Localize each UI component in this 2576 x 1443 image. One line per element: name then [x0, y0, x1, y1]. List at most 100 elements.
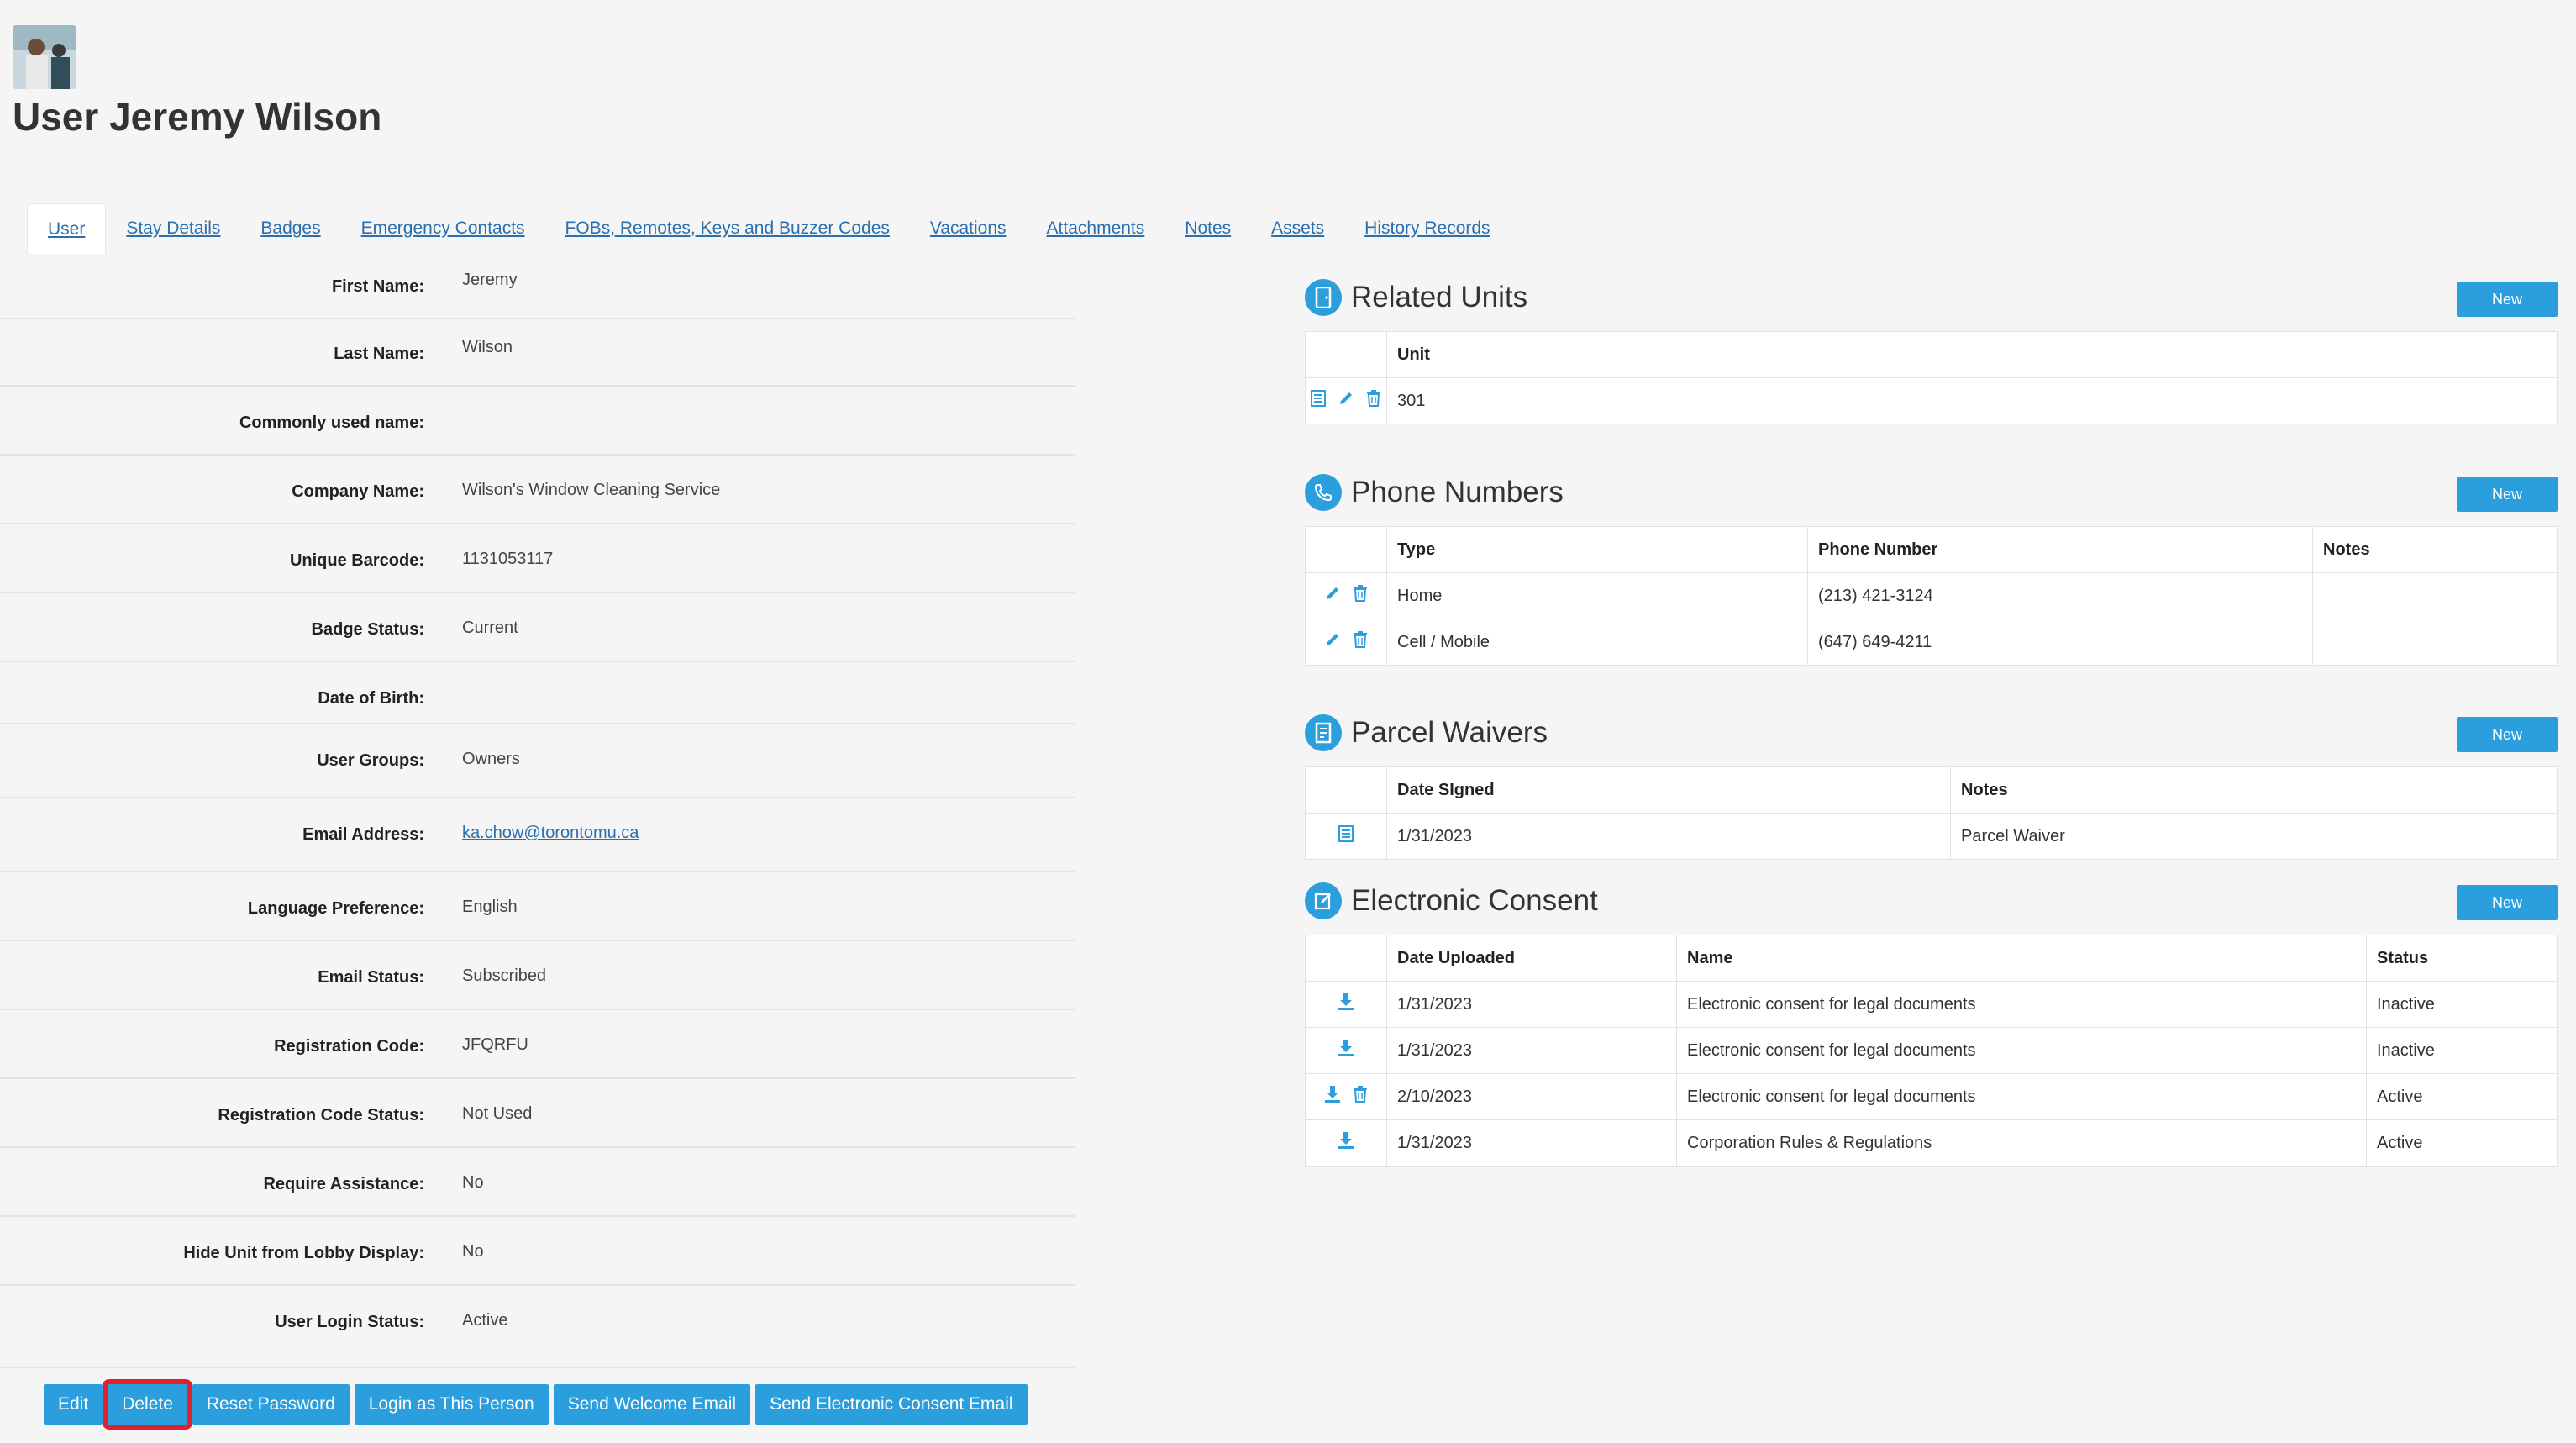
field-label: Badge Status: [311, 620, 424, 639]
delete-button[interactable]: Delete [103, 1379, 192, 1430]
tab-stay-details[interactable]: Stay Details [106, 203, 240, 254]
email-link[interactable]: ka.chow@torontomu.ca [462, 824, 639, 842]
tab-vacations[interactable]: Vacations [910, 203, 1027, 254]
pencil-icon[interactable] [1324, 631, 1341, 653]
electronic-consent-table: Date Uploaded Name Status 1/31/2023 Elec… [1305, 935, 2558, 1167]
tab-emergency-contacts[interactable]: Emergency Contacts [341, 203, 545, 254]
new-waiver-button[interactable]: New [2457, 717, 2558, 752]
new-phone-button[interactable]: New [2457, 477, 2558, 512]
field-value: Active [462, 1311, 508, 1330]
field-value: Current [462, 619, 518, 637]
type-cell: Cell / Mobile [1386, 619, 1808, 666]
field-label: User Groups: [317, 751, 424, 770]
tab-user[interactable]: User [27, 203, 107, 254]
field-date-of-birth: Date of Birth: [0, 662, 1075, 724]
table-row: 2/10/2023 Electronic consent for legal d… [1305, 1073, 2558, 1120]
notes-cell [2312, 572, 2558, 619]
user-details-form: First Name: Jeremy Last Name: Wilson Com… [0, 252, 1075, 1368]
notes-cell: Parcel Waiver [1950, 813, 2558, 860]
table-row: 1/31/2023 Electronic consent for legal d… [1305, 1027, 2558, 1074]
status-cell: Active [2366, 1073, 2558, 1120]
phone-number-cell: (647) 649-4211 [1807, 619, 2313, 666]
login-as-button[interactable]: Login as This Person [354, 1384, 549, 1425]
field-value: Wilson's Window Cleaning Service [462, 481, 721, 499]
table-row: 1/31/2023 Parcel Waiver [1305, 813, 2558, 860]
panel-title: Electronic Consent [1351, 884, 1598, 917]
field-value: Jeremy [462, 271, 518, 289]
pencil-icon[interactable] [1324, 585, 1341, 607]
send-consent-email-button[interactable]: Send Electronic Consent Email [755, 1384, 1028, 1425]
view-icon[interactable] [1338, 825, 1354, 847]
download-icon[interactable] [1338, 1039, 1354, 1062]
download-icon[interactable] [1338, 993, 1354, 1016]
panel-title: Phone Numbers [1351, 476, 1564, 508]
trash-icon[interactable] [1353, 1086, 1368, 1108]
field-unique-barcode: Unique Barcode: 1131053117 [0, 524, 1075, 593]
date-uploaded-cell: 1/31/2023 [1386, 1027, 1677, 1074]
field-label: Date of Birth: [318, 689, 424, 708]
table-header-row: Date SIgned Notes [1305, 766, 2558, 814]
notes-header: Notes [2312, 526, 2558, 573]
field-value: Wilson [462, 338, 513, 356]
row-actions [1305, 981, 1387, 1028]
edit-button[interactable]: Edit [44, 1384, 103, 1425]
unit-header: Unit [1386, 331, 2558, 378]
tab-fobs-remotes-keys[interactable]: FOBs, Remotes, Keys and Buzzer Codes [545, 203, 910, 254]
table-row: Home (213) 421-3124 [1305, 572, 2558, 619]
field-language-preference: Language Preference: English [0, 872, 1075, 941]
tab-history-records[interactable]: History Records [1344, 203, 1510, 254]
field-user-login-status: User Login Status: Active [0, 1286, 1075, 1368]
field-value: No [462, 1242, 484, 1261]
tab-attachments[interactable]: Attachments [1027, 203, 1165, 254]
field-value: Owners [462, 750, 520, 768]
field-label: First Name: [331, 277, 424, 296]
field-label: Last Name: [334, 345, 424, 363]
download-icon[interactable] [1338, 1131, 1354, 1155]
name-cell: Corporation Rules & Regulations [1676, 1119, 2367, 1167]
field-label: Registration Code: [274, 1037, 424, 1056]
consent-icon [1305, 882, 1342, 919]
trash-icon[interactable] [1353, 631, 1368, 653]
parcel-waivers-table: Date SIgned Notes 1/31/2023 Parcel Waive… [1305, 766, 2558, 860]
field-company-name: Company Name: Wilson's Window Cleaning S… [0, 456, 1075, 524]
date-signed-cell: 1/31/2023 [1386, 813, 1951, 860]
name-header: Name [1676, 935, 2367, 982]
pencil-icon[interactable] [1338, 390, 1354, 412]
download-icon[interactable] [1324, 1085, 1341, 1109]
name-cell: Electronic consent for legal documents [1676, 981, 2367, 1028]
send-welcome-email-button[interactable]: Send Welcome Email [553, 1384, 751, 1425]
status-header: Status [2366, 935, 2558, 982]
phone-icon [1305, 474, 1342, 511]
trash-icon[interactable] [1353, 585, 1368, 607]
tab-badges[interactable]: Badges [240, 203, 340, 254]
status-cell: Inactive [2366, 981, 2558, 1028]
panel-title: Parcel Waivers [1351, 716, 1548, 749]
field-user-groups: User Groups: Owners [0, 724, 1075, 798]
unit-icon [1305, 279, 1342, 316]
type-header: Type [1386, 526, 1808, 573]
field-email-address: Email Address: ka.chow@torontomu.ca [0, 798, 1075, 872]
page-title: User Jeremy Wilson [13, 95, 382, 139]
view-icon[interactable] [1311, 390, 1327, 412]
tab-assets[interactable]: Assets [1251, 203, 1344, 254]
avatar [13, 25, 76, 89]
field-label: Company Name: [292, 482, 424, 501]
panel-header: Electronic Consent New [1305, 881, 2558, 923]
name-cell: Electronic consent for legal documents [1676, 1073, 2367, 1120]
phone-numbers-panel: Phone Numbers New Type Phone Number Note… [1305, 472, 2558, 666]
date-uploaded-cell: 1/31/2023 [1386, 981, 1677, 1028]
type-cell: Home [1386, 572, 1808, 619]
tab-notes[interactable]: Notes [1164, 203, 1251, 254]
related-units-panel: Related Units New Unit 301 [1305, 277, 2558, 424]
new-consent-button[interactable]: New [2457, 885, 2558, 920]
reset-password-button[interactable]: Reset Password [192, 1384, 350, 1425]
field-label: Language Preference: [247, 899, 424, 918]
field-hide-unit-lobby: Hide Unit from Lobby Display: No [0, 1217, 1075, 1286]
tab-bar: User Stay Details Badges Emergency Conta… [27, 203, 1511, 254]
trash-icon[interactable] [1366, 390, 1381, 412]
notes-header: Notes [1950, 766, 2558, 814]
new-unit-button[interactable]: New [2457, 282, 2558, 317]
field-value [424, 387, 462, 454]
field-label: Hide Unit from Lobby Display: [183, 1244, 424, 1262]
actions-header [1305, 526, 1387, 573]
